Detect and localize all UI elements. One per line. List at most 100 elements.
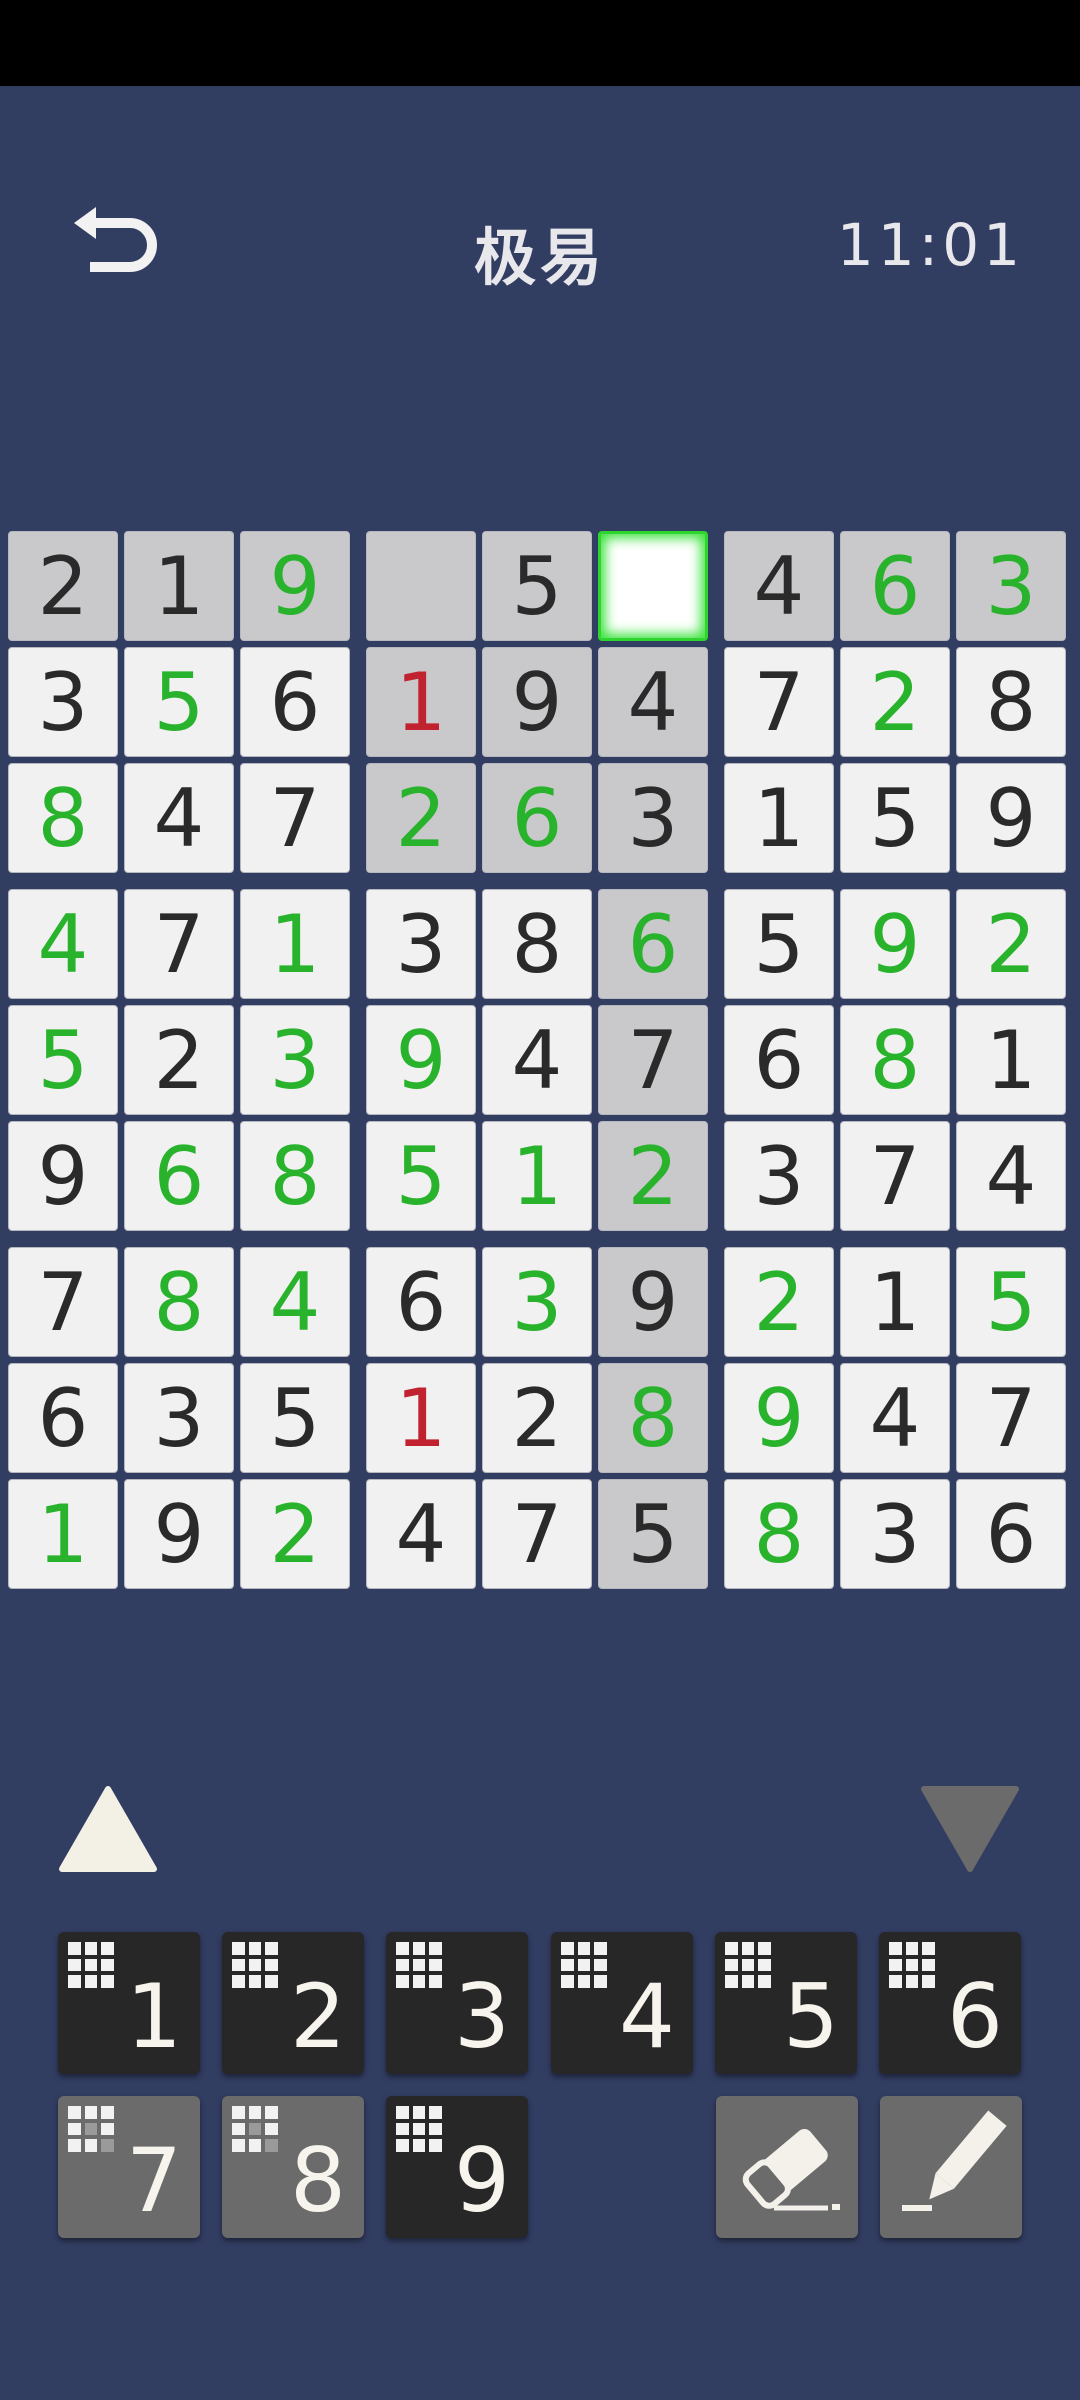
sudoku-cell[interactable]: 5 — [366, 1121, 476, 1231]
sudoku-cell[interactable]: 2 — [240, 1479, 350, 1589]
sudoku-cell[interactable]: 8 — [840, 1005, 950, 1115]
sudoku-cell[interactable]: 5 — [724, 889, 834, 999]
sudoku-cell[interactable]: 3 — [598, 763, 708, 873]
sudoku-cell[interactable]: 3 — [240, 1005, 350, 1115]
sudoku-cell[interactable]: 6 — [240, 647, 350, 757]
sudoku-cell[interactable]: 7 — [482, 1479, 592, 1589]
triangle-down-icon[interactable] — [920, 1785, 1020, 1875]
sudoku-cell[interactable]: 7 — [240, 763, 350, 873]
sudoku-cell[interactable]: 1 — [366, 647, 476, 757]
sudoku-cell[interactable]: 3 — [724, 1121, 834, 1231]
sudoku-cell[interactable]: 8 — [724, 1479, 834, 1589]
sudoku-cell[interactable]: 5 — [124, 647, 234, 757]
number-button-8[interactable]: 8 — [222, 2096, 364, 2238]
pencil-button[interactable] — [880, 2096, 1022, 2238]
number-button-9[interactable]: 9 — [386, 2096, 528, 2238]
sudoku-cell[interactable]: 6 — [124, 1121, 234, 1231]
sudoku-cell[interactable] — [366, 531, 476, 641]
sudoku-cell[interactable]: 1 — [840, 1247, 950, 1357]
number-button-4[interactable]: 4 — [551, 1932, 693, 2074]
sudoku-cell[interactable]: 2 — [956, 889, 1066, 999]
sudoku-cell[interactable]: 7 — [724, 647, 834, 757]
sudoku-cell[interactable]: 2 — [724, 1247, 834, 1357]
sudoku-cell[interactable]: 8 — [956, 647, 1066, 757]
sudoku-cell[interactable]: 3 — [956, 531, 1066, 641]
number-button-6[interactable]: 6 — [879, 1932, 1021, 2074]
sudoku-cell[interactable]: 9 — [724, 1363, 834, 1473]
sudoku-cell[interactable]: 4 — [366, 1479, 476, 1589]
sudoku-cell[interactable]: 9 — [124, 1479, 234, 1589]
number-button-2[interactable]: 2 — [222, 1932, 364, 2074]
eraser-icon — [742, 2128, 840, 2211]
sudoku-cell[interactable]: 7 — [956, 1363, 1066, 1473]
number-button-5[interactable]: 5 — [715, 1932, 857, 2074]
sudoku-cell[interactable]: 3 — [124, 1363, 234, 1473]
number-label: 2 — [290, 1965, 346, 2068]
sudoku-cell[interactable]: 1 — [8, 1479, 118, 1589]
sudoku-cell[interactable]: 2 — [598, 1121, 708, 1231]
sudoku-cell[interactable]: 7 — [840, 1121, 950, 1231]
number-button-3[interactable]: 3 — [386, 1932, 528, 2074]
sudoku-cell[interactable]: 8 — [124, 1247, 234, 1357]
sudoku-cell[interactable]: 6 — [8, 1363, 118, 1473]
sudoku-cell[interactable]: 6 — [598, 889, 708, 999]
sudoku-cell[interactable]: 1 — [956, 1005, 1066, 1115]
sudoku-cell[interactable]: 5 — [956, 1247, 1066, 1357]
sudoku-cell[interactable]: 4 — [598, 647, 708, 757]
sudoku-cell[interactable] — [598, 531, 708, 641]
sudoku-cell[interactable]: 5 — [240, 1363, 350, 1473]
sudoku-cell[interactable]: 3 — [482, 1247, 592, 1357]
grid-icon — [396, 2106, 442, 2152]
sudoku-cell[interactable]: 4 — [240, 1247, 350, 1357]
sudoku-cell[interactable]: 4 — [724, 531, 834, 641]
sudoku-cell[interactable]: 6 — [724, 1005, 834, 1115]
sudoku-cell[interactable]: 4 — [8, 889, 118, 999]
sudoku-cell[interactable]: 2 — [482, 1363, 592, 1473]
sudoku-cell[interactable]: 1 — [366, 1363, 476, 1473]
sudoku-cell[interactable]: 4 — [956, 1121, 1066, 1231]
sudoku-cell[interactable]: 8 — [598, 1363, 708, 1473]
number-button-1[interactable]: 1 — [58, 1932, 200, 2074]
sudoku-cell[interactable]: 1 — [482, 1121, 592, 1231]
sudoku-cell[interactable]: 8 — [240, 1121, 350, 1231]
sudoku-cell[interactable]: 1 — [240, 889, 350, 999]
number-button-7[interactable]: 7 — [58, 2096, 200, 2238]
sudoku-cell[interactable]: 9 — [840, 889, 950, 999]
sudoku-cell[interactable]: 5 — [840, 763, 950, 873]
sudoku-cell[interactable]: 7 — [124, 889, 234, 999]
sudoku-cell[interactable]: 2 — [840, 647, 950, 757]
sudoku-cell[interactable]: 5 — [598, 1479, 708, 1589]
sudoku-cell[interactable]: 2 — [8, 531, 118, 641]
sudoku-cell[interactable]: 6 — [840, 531, 950, 641]
sudoku-cell[interactable]: 4 — [124, 763, 234, 873]
sudoku-cell[interactable]: 6 — [482, 763, 592, 873]
sudoku-cell[interactable]: 5 — [8, 1005, 118, 1115]
sudoku-cell[interactable]: 9 — [956, 763, 1066, 873]
sudoku-cell[interactable]: 3 — [366, 889, 476, 999]
sudoku-cell[interactable]: 6 — [366, 1247, 476, 1357]
sudoku-cell[interactable]: 9 — [598, 1247, 708, 1357]
sudoku-cell[interactable]: 9 — [8, 1121, 118, 1231]
number-label: 6 — [947, 1965, 1003, 2068]
pencil-icon — [902, 2110, 1007, 2211]
sudoku-cell[interactable]: 8 — [482, 889, 592, 999]
sudoku-cell[interactable]: 6 — [956, 1479, 1066, 1589]
sudoku-cell[interactable]: 9 — [366, 1005, 476, 1115]
sudoku-cell[interactable]: 4 — [840, 1363, 950, 1473]
sudoku-cell[interactable]: 2 — [124, 1005, 234, 1115]
sudoku-cell[interactable]: 8 — [8, 763, 118, 873]
sudoku-cell[interactable]: 9 — [482, 647, 592, 757]
sudoku-cell[interactable]: 7 — [598, 1005, 708, 1115]
sudoku-cell[interactable]: 9 — [240, 531, 350, 641]
sudoku-cell[interactable]: 7 — [8, 1247, 118, 1357]
sudoku-cell[interactable]: 5 — [482, 531, 592, 641]
sudoku-cell[interactable]: 4 — [482, 1005, 592, 1115]
sudoku-cell[interactable]: 2 — [366, 763, 476, 873]
sudoku-cell[interactable]: 3 — [8, 647, 118, 757]
triangle-up-icon[interactable] — [58, 1785, 158, 1875]
sudoku-cell[interactable]: 1 — [124, 531, 234, 641]
sudoku-cell[interactable]: 3 — [840, 1479, 950, 1589]
sudoku-cell[interactable]: 1 — [724, 763, 834, 873]
number-label: 1 — [126, 1965, 182, 2068]
eraser-button[interactable] — [716, 2096, 858, 2238]
